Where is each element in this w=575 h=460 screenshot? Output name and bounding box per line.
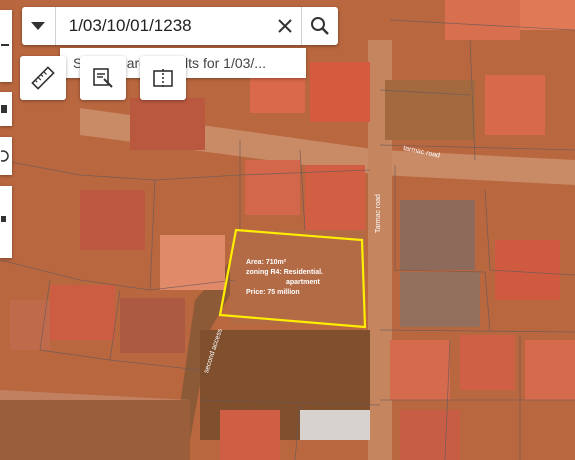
layers-icon: [1, 216, 6, 222]
chevron-down-icon: [31, 22, 46, 30]
layers-button[interactable]: [0, 186, 12, 258]
compare-icon: [153, 69, 173, 88]
zoom-controls[interactable]: [0, 10, 12, 82]
search-source-dropdown[interactable]: [22, 7, 56, 45]
clear-search-button[interactable]: [269, 7, 301, 45]
home-button[interactable]: [0, 92, 12, 126]
select-button[interactable]: [80, 56, 126, 100]
parcel-area-label: Area: 710m²: [246, 259, 287, 266]
parcel-price-label: Price: 75 million: [246, 289, 300, 296]
search-input[interactable]: [55, 16, 269, 36]
home-icon: [1, 105, 7, 113]
zoom-in-icon: [1, 44, 9, 46]
select-edit-icon: [93, 68, 113, 88]
ruler-icon: [31, 66, 55, 90]
locate-icon: [1, 150, 9, 162]
search-button[interactable]: [300, 7, 338, 45]
tarmac-road-vertical-label: Tarmac road: [375, 194, 382, 233]
search-bar: [22, 7, 338, 45]
locate-button[interactable]: [0, 137, 12, 175]
parcel-zoning-label-2: apartment: [286, 279, 320, 286]
parcel-zoning-label: zoning R4: Residential.: [246, 269, 324, 276]
close-icon: [277, 19, 292, 33]
compare-button[interactable]: [140, 56, 186, 100]
measure-button[interactable]: [20, 56, 66, 100]
search-icon: [310, 17, 329, 35]
